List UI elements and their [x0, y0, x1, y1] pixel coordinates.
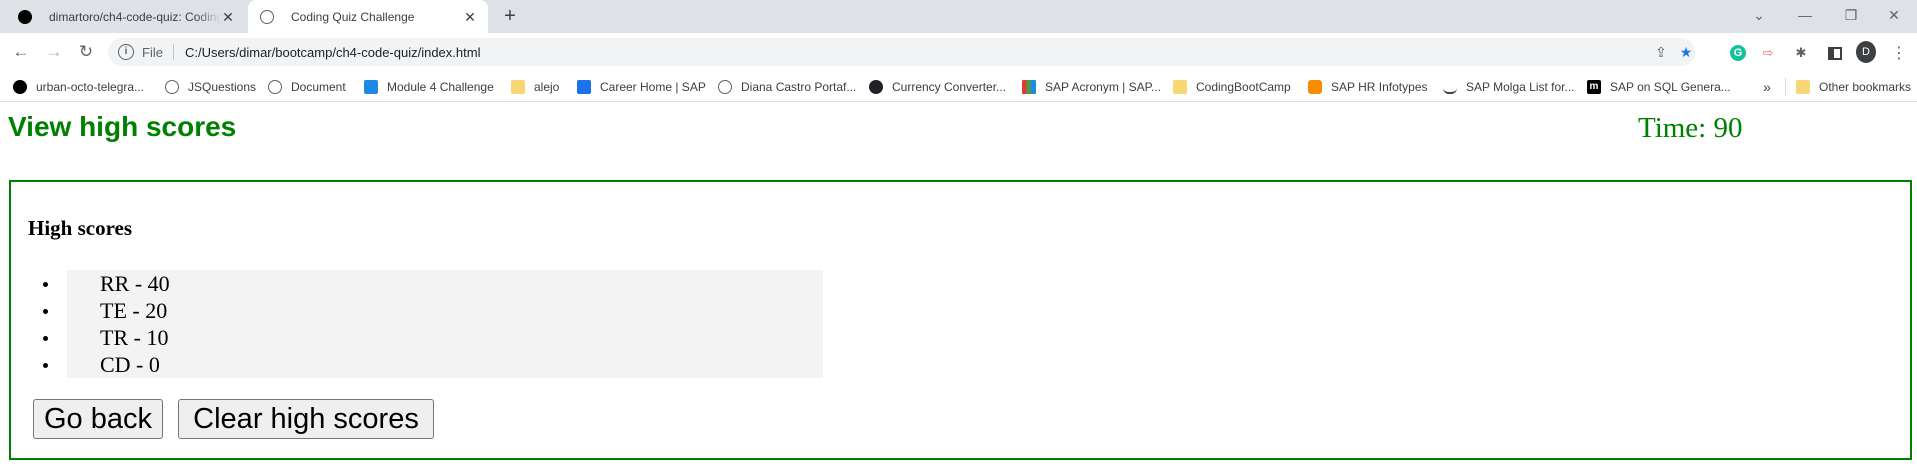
converter-icon [869, 80, 883, 94]
bookmark-item[interactable]: Document [268, 77, 346, 97]
address-bar[interactable]: i File C:/Users/dimar/bootcamp/ch4-code-… [108, 38, 1695, 66]
bookmarks-bar: urban-octo-telegra... JSQuestions Docume… [0, 71, 1917, 102]
bookmarks-divider [1785, 78, 1786, 96]
score-item: TE - 20 [43, 297, 823, 324]
new-tab-button[interactable]: + [497, 4, 523, 30]
menu-kebab-icon[interactable]: ⋮ [1889, 43, 1909, 63]
globe-icon [260, 9, 274, 24]
window-close-button[interactable]: ✕ [1871, 0, 1917, 30]
forward-arrow-icon[interactable]: → [40, 38, 68, 66]
minimize-button[interactable]: — [1782, 0, 1828, 30]
sap-icon [577, 80, 591, 94]
restore-button[interactable]: ❐ [1828, 0, 1874, 30]
folder-icon [1796, 80, 1810, 94]
extension-arrow-icon[interactable]: ⇨ [1758, 43, 1778, 63]
tab-title: dimartoro/ch4-code-quiz: Coding Quiz Cha… [49, 9, 221, 24]
high-scores-heading: High scores [28, 216, 133, 240]
scores-list: RR - 40 TE - 20 TR - 10 CD - 0 [43, 270, 823, 378]
tab-title: Coding Quiz Challenge [291, 9, 415, 24]
side-panel-icon[interactable] [1825, 43, 1845, 63]
bookmark-item[interactable]: alejo [511, 77, 559, 97]
folder-icon [1173, 80, 1187, 94]
tab-strip: dimartoro/ch4-code-quiz: Coding Quiz Cha… [0, 0, 1917, 33]
m-icon: m [1587, 80, 1601, 94]
bookmark-item[interactable]: m SAP on SQL Genera... [1587, 77, 1731, 97]
bookmark-item[interactable]: CodingBootCamp [1173, 77, 1291, 97]
reload-icon[interactable]: ↻ [72, 38, 100, 66]
close-icon[interactable]: ✕ [462, 9, 478, 25]
folder-icon [511, 80, 525, 94]
bookmark-item[interactable]: Currency Converter... [869, 77, 1006, 97]
bookmark-item[interactable]: Diana Castro Portaf... [718, 77, 856, 97]
grammarly-icon[interactable]: G [1728, 43, 1748, 63]
score-item: CD - 0 [43, 351, 823, 378]
tab-coding-quiz[interactable]: Coding Quiz Challenge ✕ [248, 0, 488, 33]
tab-search-icon[interactable]: ⌄ [1736, 0, 1782, 30]
bookmark-item[interactable]: SAP HR Infotypes [1308, 77, 1428, 97]
browser-toolbar: ← → ↻ i File C:/Users/dimar/bootcamp/ch4… [0, 33, 1917, 71]
globe-icon [718, 80, 732, 94]
omnibox-divider [172, 44, 174, 60]
profile-avatar[interactable]: D [1856, 41, 1876, 63]
scheme-label: File [142, 44, 163, 60]
bookmark-item[interactable]: urban-octo-telegra... [13, 77, 144, 97]
close-icon[interactable]: ✕ [220, 9, 236, 25]
doc-icon [364, 80, 378, 94]
timer: Time: 90 [1638, 112, 1743, 144]
go-back-button[interactable]: Go back [33, 399, 163, 439]
bookmark-item[interactable]: JSQuestions [165, 77, 256, 97]
bookmark-item[interactable]: Career Home | SAP [577, 77, 706, 97]
url-text[interactable]: C:/Users/dimar/bootcamp/ch4-code-quiz/in… [185, 45, 481, 60]
high-scores-card: High scores RR - 40 TE - 20 TR - 10 CD -… [9, 180, 1912, 460]
page-content: View high scores Time: 90 High scores RR… [0, 103, 1917, 473]
bookmark-item[interactable]: SAP Molga List for... [1443, 77, 1575, 97]
bookmark-item[interactable]: SAP Acronym | SAP... [1022, 77, 1161, 97]
score-item: TR - 10 [43, 324, 823, 351]
github-icon [18, 9, 32, 24]
share-icon[interactable]: ⇪ [1649, 38, 1673, 66]
globe-icon [165, 80, 179, 94]
back-arrow-icon[interactable]: ← [7, 38, 35, 66]
bookmark-item[interactable]: Module 4 Challenge [364, 77, 494, 97]
info-icon[interactable]: i [118, 44, 134, 60]
more-bookmarks-chevron-icon[interactable]: » [1758, 71, 1776, 102]
grid-icon [1022, 80, 1036, 94]
globe-icon [268, 80, 282, 94]
other-bookmarks[interactable]: Other bookmarks [1796, 77, 1911, 97]
tab-github[interactable]: dimartoro/ch4-code-quiz: Coding Quiz Cha… [0, 0, 246, 33]
cube-icon [1308, 80, 1322, 94]
github-icon [13, 80, 27, 94]
clear-high-scores-button[interactable]: Clear high scores [178, 399, 434, 439]
bookmark-star-icon[interactable]: ★ [1674, 38, 1698, 66]
view-high-scores-link[interactable]: View high scores [8, 111, 236, 143]
extensions-puzzle-icon[interactable]: ✱ [1791, 43, 1811, 63]
score-item: RR - 40 [43, 270, 823, 297]
pen-icon [1443, 80, 1457, 94]
